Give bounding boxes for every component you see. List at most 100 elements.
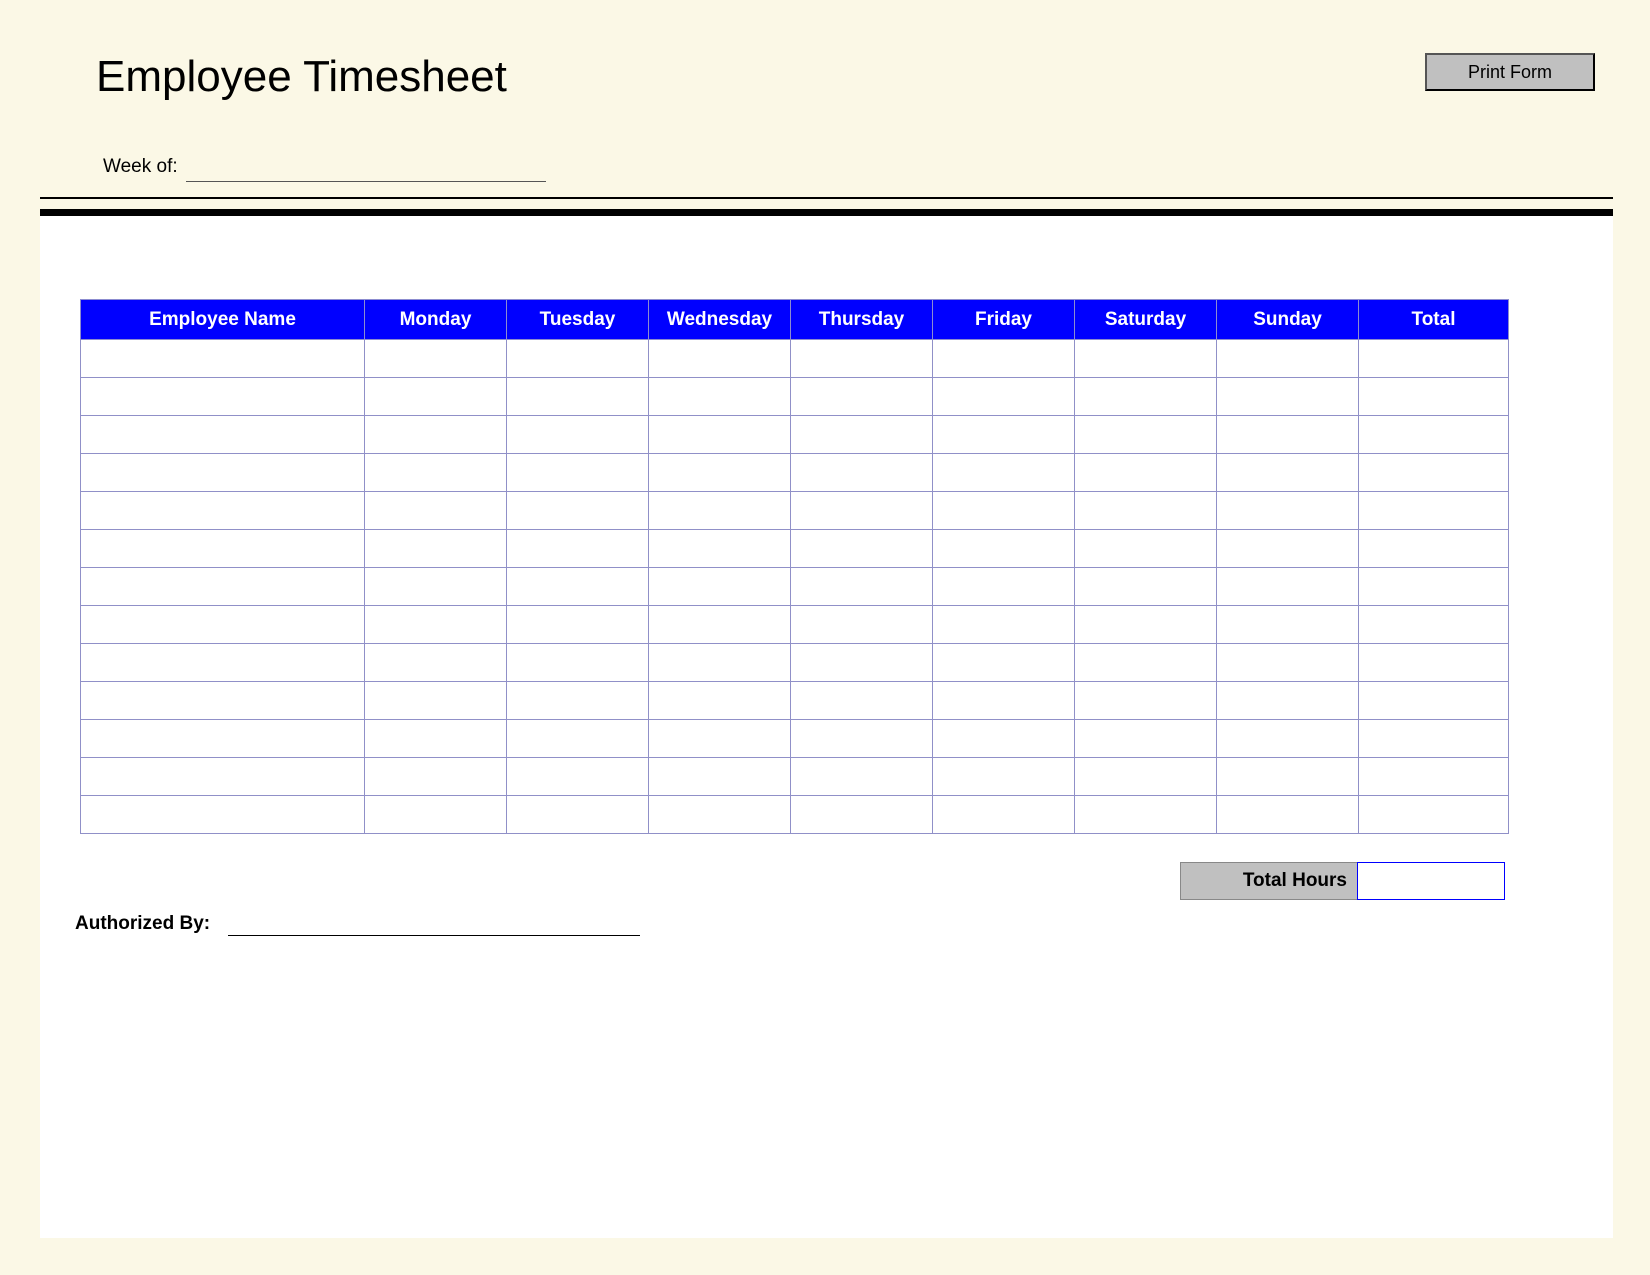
table-cell[interactable]	[1217, 454, 1359, 492]
table-cell[interactable]	[1075, 454, 1217, 492]
table-cell[interactable]	[649, 416, 791, 454]
table-cell[interactable]	[365, 454, 507, 492]
table-cell[interactable]	[1217, 492, 1359, 530]
table-cell[interactable]	[791, 606, 933, 644]
table-cell[interactable]	[365, 530, 507, 568]
table-cell[interactable]	[1075, 758, 1217, 796]
table-cell[interactable]	[1217, 378, 1359, 416]
table-cell[interactable]	[933, 492, 1075, 530]
table-cell[interactable]	[649, 378, 791, 416]
table-cell[interactable]	[81, 758, 365, 796]
table-cell[interactable]	[791, 340, 933, 378]
table-cell[interactable]	[365, 758, 507, 796]
table-cell[interactable]	[791, 682, 933, 720]
table-cell[interactable]	[933, 758, 1075, 796]
table-cell[interactable]	[649, 644, 791, 682]
table-cell[interactable]	[1359, 606, 1509, 644]
table-cell[interactable]	[933, 530, 1075, 568]
table-cell[interactable]	[1217, 720, 1359, 758]
table-cell[interactable]	[1075, 644, 1217, 682]
table-cell[interactable]	[81, 796, 365, 834]
table-cell[interactable]	[1217, 644, 1359, 682]
table-cell[interactable]	[81, 568, 365, 606]
table-cell[interactable]	[649, 454, 791, 492]
table-cell[interactable]	[1359, 568, 1509, 606]
table-cell[interactable]	[1075, 340, 1217, 378]
authorized-by-input-line[interactable]	[228, 935, 640, 936]
table-cell[interactable]	[933, 682, 1075, 720]
table-cell[interactable]	[1217, 416, 1359, 454]
table-cell[interactable]	[933, 416, 1075, 454]
table-cell[interactable]	[365, 340, 507, 378]
table-cell[interactable]	[1075, 682, 1217, 720]
table-cell[interactable]	[365, 796, 507, 834]
table-cell[interactable]	[649, 682, 791, 720]
table-cell[interactable]	[507, 530, 649, 568]
table-cell[interactable]	[365, 682, 507, 720]
table-cell[interactable]	[1075, 530, 1217, 568]
table-cell[interactable]	[791, 492, 933, 530]
table-cell[interactable]	[81, 340, 365, 378]
total-hours-value[interactable]	[1357, 862, 1505, 900]
table-cell[interactable]	[507, 568, 649, 606]
table-cell[interactable]	[649, 568, 791, 606]
table-cell[interactable]	[791, 530, 933, 568]
table-cell[interactable]	[81, 492, 365, 530]
table-cell[interactable]	[791, 416, 933, 454]
table-cell[interactable]	[933, 454, 1075, 492]
table-cell[interactable]	[791, 796, 933, 834]
table-cell[interactable]	[1217, 796, 1359, 834]
table-cell[interactable]	[365, 416, 507, 454]
table-cell[interactable]	[649, 606, 791, 644]
table-cell[interactable]	[365, 720, 507, 758]
table-cell[interactable]	[1359, 492, 1509, 530]
table-cell[interactable]	[649, 340, 791, 378]
table-cell[interactable]	[507, 340, 649, 378]
table-cell[interactable]	[1359, 340, 1509, 378]
table-cell[interactable]	[507, 644, 649, 682]
table-cell[interactable]	[933, 340, 1075, 378]
table-cell[interactable]	[791, 644, 933, 682]
table-cell[interactable]	[649, 530, 791, 568]
table-cell[interactable]	[507, 378, 649, 416]
table-cell[interactable]	[649, 796, 791, 834]
table-cell[interactable]	[81, 530, 365, 568]
table-cell[interactable]	[791, 568, 933, 606]
table-cell[interactable]	[507, 682, 649, 720]
table-cell[interactable]	[1359, 758, 1509, 796]
table-cell[interactable]	[507, 796, 649, 834]
table-cell[interactable]	[1359, 454, 1509, 492]
table-cell[interactable]	[649, 492, 791, 530]
table-cell[interactable]	[1359, 416, 1509, 454]
table-cell[interactable]	[507, 454, 649, 492]
table-cell[interactable]	[1075, 568, 1217, 606]
table-cell[interactable]	[1075, 720, 1217, 758]
table-cell[interactable]	[649, 758, 791, 796]
table-cell[interactable]	[791, 758, 933, 796]
table-cell[interactable]	[507, 606, 649, 644]
table-cell[interactable]	[1075, 606, 1217, 644]
table-cell[interactable]	[1359, 644, 1509, 682]
table-cell[interactable]	[791, 720, 933, 758]
table-cell[interactable]	[365, 568, 507, 606]
table-cell[interactable]	[1359, 682, 1509, 720]
table-cell[interactable]	[1359, 530, 1509, 568]
table-cell[interactable]	[933, 568, 1075, 606]
table-cell[interactable]	[1217, 758, 1359, 796]
table-cell[interactable]	[507, 416, 649, 454]
table-cell[interactable]	[933, 644, 1075, 682]
table-cell[interactable]	[81, 606, 365, 644]
table-cell[interactable]	[81, 378, 365, 416]
table-cell[interactable]	[1359, 378, 1509, 416]
table-cell[interactable]	[1359, 720, 1509, 758]
table-cell[interactable]	[933, 606, 1075, 644]
table-cell[interactable]	[1217, 606, 1359, 644]
table-cell[interactable]	[1217, 682, 1359, 720]
table-cell[interactable]	[1075, 416, 1217, 454]
table-cell[interactable]	[365, 644, 507, 682]
table-cell[interactable]	[1217, 340, 1359, 378]
table-cell[interactable]	[507, 492, 649, 530]
table-cell[interactable]	[81, 416, 365, 454]
table-cell[interactable]	[791, 378, 933, 416]
table-cell[interactable]	[507, 720, 649, 758]
